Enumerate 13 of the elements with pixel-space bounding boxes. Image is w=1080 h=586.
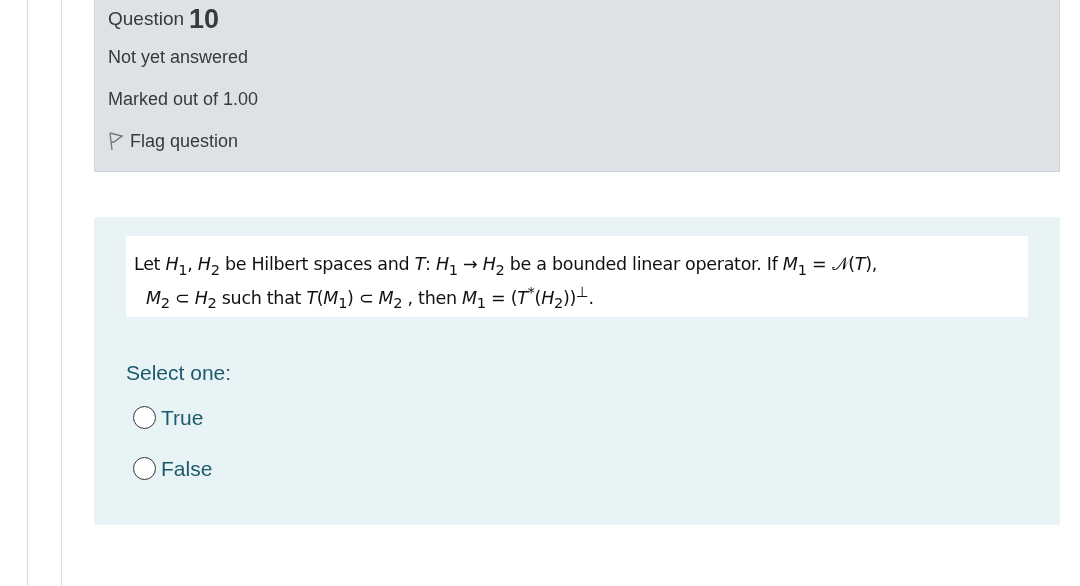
answer-status: Not yet answered bbox=[108, 46, 249, 68]
question-label: Question bbox=[108, 8, 185, 30]
answer-option[interactable]: False bbox=[133, 450, 1028, 487]
question-text: Let H$_{1}$, H$_{2}$ be Hilbert spaces and T: H$_{1}$ → H$_{2}$ be a bounded linear operator. If M$_{1}$ = 𝒩(T), bbox=[134, 254, 878, 278]
question-text: M$_{2}$ ⊂ H$_{2}$ such that T(M$_{1}$) ⊂ M$_{2}$ , then M$_{1}$ = (T$^{*}$(H$_{2}$))$^{⊥}$. bbox=[145, 282, 595, 311]
select-prompt: Select one: bbox=[126, 360, 232, 384]
radio-button[interactable] bbox=[133, 457, 156, 481]
radio-button[interactable] bbox=[133, 406, 156, 430]
flag-question-link[interactable]: Flag question bbox=[108, 120, 1046, 162]
marks-text: Marked out of 1.00 bbox=[108, 88, 259, 110]
question-number: 10 bbox=[189, 3, 220, 35]
answer-option[interactable]: True bbox=[133, 399, 1028, 436]
flag-icon bbox=[108, 131, 124, 151]
